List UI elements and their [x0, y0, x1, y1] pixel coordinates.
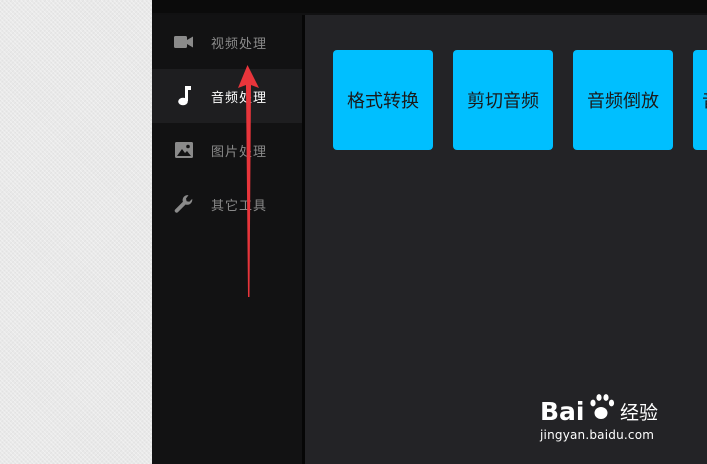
- baidu-paw-icon: [590, 394, 615, 419]
- watermark-suffix: 经验: [620, 402, 658, 424]
- watermark-brand: Bai: [540, 397, 585, 426]
- baidu-jingyan-watermark: Bai 经验 jingyan.baidu.com: [540, 388, 670, 448]
- watermark-url: jingyan.baidu.com: [540, 428, 655, 442]
